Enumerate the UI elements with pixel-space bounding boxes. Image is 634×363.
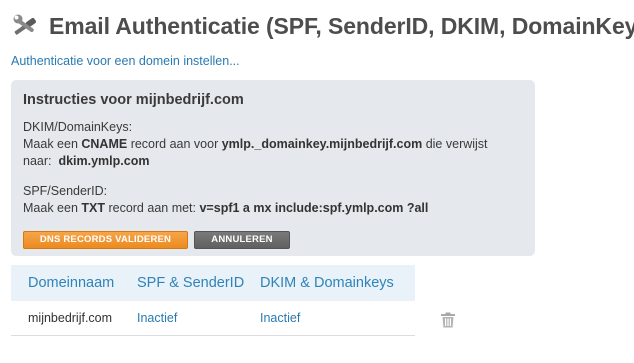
dkim-target-prefix: naar: xyxy=(23,154,55,168)
dkim-record-type: CNAME xyxy=(81,137,128,151)
dkim-text-mid: record aan voor xyxy=(127,137,222,151)
dkim-target-value: dkim.ymlp.com xyxy=(58,154,150,168)
setup-domain-authentication-link[interactable]: Authenticatie voor een domein instellen.… xyxy=(11,54,240,68)
dkim-record-host: ymlp._domainkey.mijnbedrijf.com xyxy=(221,137,423,151)
dkim-heading: DKIM/DomainKeys: xyxy=(23,120,133,134)
dkim-instruction-line: Maak een CNAME record aan voor ymlp._dom… xyxy=(23,136,488,153)
dkim-text-suffix: die verwijst xyxy=(422,137,488,151)
table-header: Domeinnaam SPF & SenderID DKIM & Domaink… xyxy=(11,265,415,301)
spf-status-link[interactable]: Inactief xyxy=(137,311,177,325)
column-header-domain: Domeinnaam xyxy=(28,275,115,291)
instructions-panel: Instructies voor mijnbedrijf.com DKIM/Do… xyxy=(11,80,535,256)
table-row: mijnbedrijf.com Inactief Inactief xyxy=(11,301,415,336)
instructions-title: Instructies voor mijnbedrijf.com xyxy=(23,92,244,108)
email-authentication-page: Email Authenticatie (SPF, SenderID, DKIM… xyxy=(0,0,634,363)
spf-text-prefix: Maak een xyxy=(23,201,82,215)
spf-instruction-line: Maak een TXT record aan met: v=spf1 a mx… xyxy=(23,200,428,217)
dkim-status-link[interactable]: Inactief xyxy=(260,311,300,325)
dkim-target-line: naar: dkim.ymlp.com xyxy=(23,153,149,170)
page-title: Email Authenticatie (SPF, SenderID, DKIM… xyxy=(49,12,634,39)
wrench-screwdriver-icon xyxy=(11,11,41,41)
dkim-text-prefix: Maak een xyxy=(23,137,82,151)
spf-record-type: TXT xyxy=(81,201,105,215)
trash-icon[interactable] xyxy=(439,311,457,329)
spf-heading: SPF/SenderID: xyxy=(23,184,108,198)
column-header-spf: SPF & SenderID xyxy=(137,275,245,291)
page-header: Email Authenticatie (SPF, SenderID, DKIM… xyxy=(11,8,634,44)
validate-dns-records-button[interactable]: DNS records valideren xyxy=(23,231,188,249)
domain-cell: mijnbedrijf.com xyxy=(28,311,113,325)
cancel-button[interactable]: Annuleren xyxy=(194,231,290,249)
spf-record-value: v=spf1 a mx include:spf.ymlp.com ?all xyxy=(199,201,429,215)
spf-text-mid: record aan met: xyxy=(104,201,200,215)
column-header-dkim: DKIM & Domainkeys xyxy=(260,275,394,291)
domains-table: Domeinnaam SPF & SenderID DKIM & Domaink… xyxy=(11,265,415,336)
